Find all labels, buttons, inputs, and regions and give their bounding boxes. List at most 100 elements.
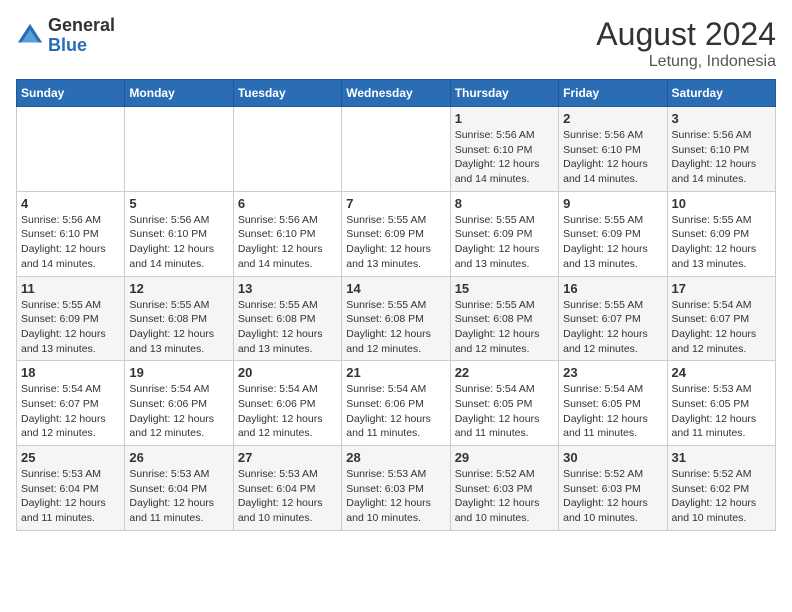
calendar-day-cell: 2 Sunrise: 5:56 AM Sunset: 6:10 PM Daylig… (559, 107, 667, 192)
day-number: 9 (563, 196, 662, 211)
day-info: Sunrise: 5:55 AM Sunset: 6:09 PM Dayligh… (672, 213, 771, 272)
calendar-day-cell (342, 107, 450, 192)
calendar-day-cell: 20 Sunrise: 5:54 AM Sunset: 6:06 PM Dayli… (233, 361, 341, 446)
day-number: 3 (672, 111, 771, 126)
day-info: Sunrise: 5:52 AM Sunset: 6:02 PM Dayligh… (672, 467, 771, 526)
day-number: 1 (455, 111, 554, 126)
day-info: Sunrise: 5:54 AM Sunset: 6:06 PM Dayligh… (129, 382, 228, 441)
header-wednesday: Wednesday (342, 80, 450, 107)
day-number: 20 (238, 365, 337, 380)
calendar-day-cell: 9 Sunrise: 5:55 AM Sunset: 6:09 PM Daylig… (559, 191, 667, 276)
logo: General Blue (16, 16, 115, 56)
day-number: 19 (129, 365, 228, 380)
logo-general-text: General (48, 15, 115, 35)
day-number: 6 (238, 196, 337, 211)
calendar-day-cell: 16Sunrise: 5:55 AM Sunset: 6:07 PM Dayli… (559, 276, 667, 361)
day-number: 28 (346, 450, 445, 465)
day-number: 27 (238, 450, 337, 465)
calendar-day-cell: 13 Sunrise: 5:55 AM Sunset: 6:08 PM Dayli… (233, 276, 341, 361)
day-info: Sunrise: 5:56 AM Sunset: 6:10 PM Dayligh… (563, 128, 662, 187)
calendar-day-cell: 15 Sunrise: 5:55 AM Sunset: 6:08 PM Dayli… (450, 276, 558, 361)
month-year-title: August 2024 (596, 16, 776, 53)
day-info: Sunrise: 5:54 AM Sunset: 6:07 PM Dayligh… (21, 382, 120, 441)
calendar-week-row: 4 Sunrise: 5:56 AM Sunset: 6:10 PM Daylig… (17, 191, 776, 276)
day-info: Sunrise: 5:54 AM Sunset: 6:06 PM Dayligh… (346, 382, 445, 441)
calendar-week-row: 25Sunrise: 5:53 AM Sunset: 6:04 PM Dayli… (17, 446, 776, 531)
day-number: 7 (346, 196, 445, 211)
calendar-week-row: 18 Sunrise: 5:54 AM Sunset: 6:07 PM Dayli… (17, 361, 776, 446)
header-friday: Friday (559, 80, 667, 107)
header-saturday: Saturday (667, 80, 775, 107)
day-info: Sunrise: 5:56 AM Sunset: 6:10 PM Dayligh… (238, 213, 337, 272)
day-info: Sunrise: 5:55 AM Sunset: 6:08 PM Dayligh… (346, 298, 445, 357)
day-info: Sunrise: 5:54 AM Sunset: 6:05 PM Dayligh… (455, 382, 554, 441)
location-subtitle: Letung, Indonesia (596, 53, 776, 71)
calendar-day-cell: 4 Sunrise: 5:56 AM Sunset: 6:10 PM Daylig… (17, 191, 125, 276)
day-number: 21 (346, 365, 445, 380)
calendar-day-cell: 10Sunrise: 5:55 AM Sunset: 6:09 PM Dayli… (667, 191, 775, 276)
day-number: 5 (129, 196, 228, 211)
day-number: 16 (563, 281, 662, 296)
title-block: August 2024 Letung, Indonesia (596, 16, 776, 71)
logo-icon (16, 22, 44, 50)
calendar-day-cell (233, 107, 341, 192)
calendar-day-cell: 1Sunrise: 5:56 AM Sunset: 6:10 PM Daylig… (450, 107, 558, 192)
day-info: Sunrise: 5:56 AM Sunset: 6:10 PM Dayligh… (21, 213, 120, 272)
day-info: Sunrise: 5:55 AM Sunset: 6:09 PM Dayligh… (563, 213, 662, 272)
calendar-day-cell: 12 Sunrise: 5:55 AM Sunset: 6:08 PM Dayli… (125, 276, 233, 361)
day-number: 15 (455, 281, 554, 296)
day-number: 29 (455, 450, 554, 465)
day-info: Sunrise: 5:53 AM Sunset: 6:05 PM Dayligh… (672, 382, 771, 441)
header-sunday: Sunday (17, 80, 125, 107)
calendar-day-cell: 3 Sunrise: 5:56 AM Sunset: 6:10 PM Daylig… (667, 107, 775, 192)
day-number: 13 (238, 281, 337, 296)
calendar-day-cell: 6 Sunrise: 5:56 AM Sunset: 6:10 PM Daylig… (233, 191, 341, 276)
calendar-day-cell: 5 Sunrise: 5:56 AM Sunset: 6:10 PM Daylig… (125, 191, 233, 276)
calendar-day-cell: 14Sunrise: 5:55 AM Sunset: 6:08 PM Dayli… (342, 276, 450, 361)
calendar-week-row: 1 Sunrise: 5:56 AM Sunset: 6:10 PM Daylig… (17, 107, 776, 192)
calendar-day-cell: 26Sunrise: 5:53 AM Sunset: 6:04 PM Dayli… (125, 446, 233, 531)
day-info: Sunrise: 5:52 AM Sunset: 6:03 PM Dayligh… (563, 467, 662, 526)
day-number: 4 (21, 196, 120, 211)
calendar-day-cell: 7 Sunrise: 5:55 AM Sunset: 6:09 PM Daylig… (342, 191, 450, 276)
day-info: Sunrise: 5:53 AM Sunset: 6:04 PM Dayligh… (129, 467, 228, 526)
calendar-day-cell: 8Sunrise: 5:55 AM Sunset: 6:09 PM Daylig… (450, 191, 558, 276)
day-info: Sunrise: 5:53 AM Sunset: 6:04 PM Dayligh… (21, 467, 120, 526)
page-header: General Blue August 2024 Letung, Indones… (16, 16, 776, 71)
day-number: 18 (21, 365, 120, 380)
day-info: Sunrise: 5:55 AM Sunset: 6:09 PM Dayligh… (346, 213, 445, 272)
calendar-day-cell: 24Sunrise: 5:53 AM Sunset: 6:05 PM Dayli… (667, 361, 775, 446)
header-tuesday: Tuesday (233, 80, 341, 107)
calendar-day-cell: 29Sunrise: 5:52 AM Sunset: 6:03 PM Dayli… (450, 446, 558, 531)
calendar-day-cell: 18 Sunrise: 5:54 AM Sunset: 6:07 PM Dayli… (17, 361, 125, 446)
day-info: Sunrise: 5:54 AM Sunset: 6:07 PM Dayligh… (672, 298, 771, 357)
calendar-day-cell: 22 Sunrise: 5:54 AM Sunset: 6:05 PM Dayli… (450, 361, 558, 446)
calendar-day-cell: 30Sunrise: 5:52 AM Sunset: 6:03 PM Dayli… (559, 446, 667, 531)
calendar-day-cell: 27 Sunrise: 5:53 AM Sunset: 6:04 PM Dayli… (233, 446, 341, 531)
day-info: Sunrise: 5:54 AM Sunset: 6:05 PM Dayligh… (563, 382, 662, 441)
day-number: 22 (455, 365, 554, 380)
calendar-day-cell: 28 Sunrise: 5:53 AM Sunset: 6:03 PM Dayli… (342, 446, 450, 531)
day-info: Sunrise: 5:56 AM Sunset: 6:10 PM Dayligh… (672, 128, 771, 187)
weekday-header-row: Sunday Monday Tuesday Wednesday Thursday… (17, 80, 776, 107)
logo-blue-text: Blue (48, 35, 87, 55)
calendar-day-cell: 17 Sunrise: 5:54 AM Sunset: 6:07 PM Dayli… (667, 276, 775, 361)
calendar-day-cell: 21 Sunrise: 5:54 AM Sunset: 6:06 PM Dayli… (342, 361, 450, 446)
day-info: Sunrise: 5:55 AM Sunset: 6:08 PM Dayligh… (129, 298, 228, 357)
calendar-day-cell: 31 Sunrise: 5:52 AM Sunset: 6:02 PM Dayli… (667, 446, 775, 531)
day-info: Sunrise: 5:53 AM Sunset: 6:04 PM Dayligh… (238, 467, 337, 526)
calendar-day-cell: 19 Sunrise: 5:54 AM Sunset: 6:06 PM Dayli… (125, 361, 233, 446)
day-number: 17 (672, 281, 771, 296)
day-number: 31 (672, 450, 771, 465)
day-number: 12 (129, 281, 228, 296)
day-info: Sunrise: 5:55 AM Sunset: 6:08 PM Dayligh… (455, 298, 554, 357)
calendar-day-cell: 25Sunrise: 5:53 AM Sunset: 6:04 PM Dayli… (17, 446, 125, 531)
calendar-day-cell: 23Sunrise: 5:54 AM Sunset: 6:05 PM Dayli… (559, 361, 667, 446)
calendar-day-cell (125, 107, 233, 192)
day-info: Sunrise: 5:55 AM Sunset: 6:08 PM Dayligh… (238, 298, 337, 357)
day-number: 2 (563, 111, 662, 126)
day-info: Sunrise: 5:53 AM Sunset: 6:03 PM Dayligh… (346, 467, 445, 526)
day-info: Sunrise: 5:56 AM Sunset: 6:10 PM Dayligh… (129, 213, 228, 272)
header-thursday: Thursday (450, 80, 558, 107)
day-info: Sunrise: 5:54 AM Sunset: 6:06 PM Dayligh… (238, 382, 337, 441)
